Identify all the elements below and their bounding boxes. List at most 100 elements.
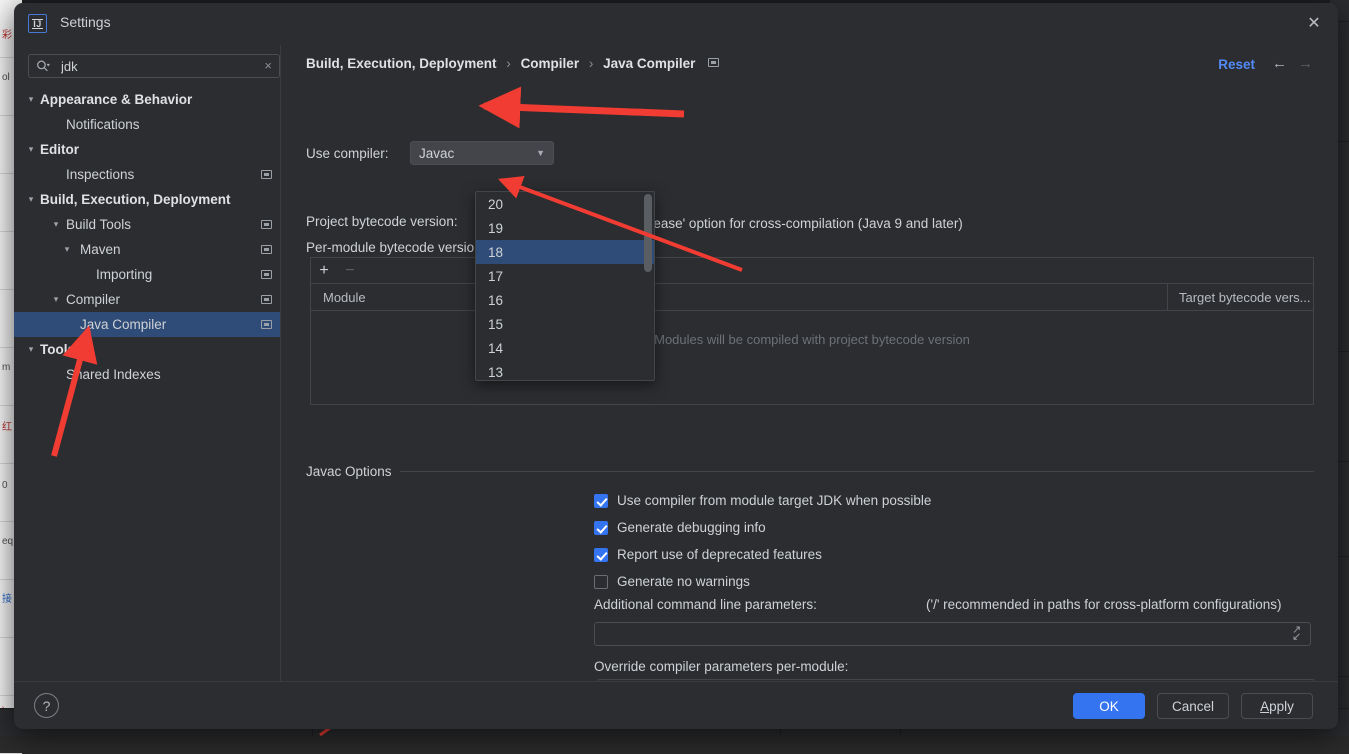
sidebar-item-compiler[interactable]: ▾Compiler — [14, 287, 280, 312]
use-compiler-label: Use compiler: — [306, 146, 389, 161]
dropdown-option[interactable]: 17 — [476, 264, 654, 288]
project-bytecode-version-label: Project bytecode version: — [306, 214, 458, 229]
sidebar-item-maven[interactable]: ▾ Maven — [14, 237, 280, 262]
checkbox-icon — [594, 494, 608, 508]
sidebar-item-label: Inspections — [66, 167, 134, 182]
settings-sync-icon[interactable] — [261, 295, 272, 304]
apply-button[interactable]: Apply — [1241, 693, 1313, 719]
per-module-table-header: Module Target bytecode vers... — [311, 284, 1313, 311]
breadcrumb-bar: Build, Execution, Deployment › Compiler … — [281, 45, 1338, 85]
sidebar-item-label: Notifications — [66, 117, 140, 132]
chevron-down-icon[interactable]: ▾ — [49, 295, 63, 304]
javac-option-label-0: Use compiler from module target JDK when… — [617, 493, 931, 508]
settings-sync-icon[interactable] — [261, 320, 272, 329]
checkbox-icon — [594, 575, 608, 589]
settings-sync-icon[interactable] — [261, 220, 272, 229]
chevron-down-icon[interactable]: ▾ — [60, 245, 74, 254]
add-row-button[interactable]: + — [311, 259, 337, 283]
search-icon — [36, 59, 50, 74]
settings-sync-icon[interactable] — [261, 245, 272, 254]
close-icon[interactable]: ✕ — [1300, 11, 1328, 37]
breadcrumb-item-2[interactable]: Java Compiler — [603, 56, 695, 71]
dialog-title-bar: IJ Settings ✕ — [14, 3, 1338, 45]
settings-sync-icon[interactable] — [261, 170, 272, 179]
sidebar-item-build-tools[interactable]: ▾Build Tools — [14, 212, 280, 237]
intellij-logo-icon: IJ — [28, 14, 47, 33]
sidebar-item-label: Build Tools — [66, 217, 131, 232]
use-compiler-dropdown[interactable]: Javac ▼ — [410, 141, 554, 165]
bytecode-version-dropdown-popup[interactable]: 2019181716151413 — [475, 191, 655, 381]
dropdown-option[interactable]: 18 — [476, 240, 654, 264]
javac-option-0[interactable]: Use compiler from module target JDK when… — [594, 493, 931, 508]
chevron-down-icon[interactable]: ▾ — [49, 220, 63, 229]
dropdown-option[interactable]: 14 — [476, 336, 654, 360]
sidebar-item-label: Maven — [80, 242, 121, 257]
javac-option-1[interactable]: Generate debugging info — [594, 520, 766, 535]
additional-params-input[interactable]: ↗↙ — [594, 622, 1311, 646]
expand-editor-icon[interactable]: ↗↙ — [1292, 627, 1305, 641]
column-header-module[interactable]: Module — [311, 290, 1167, 305]
search-box[interactable]: × — [28, 54, 280, 78]
reset-link[interactable]: Reset — [1218, 57, 1255, 72]
sidebar-item-label: Importing — [96, 267, 152, 282]
sidebar-item-label: Java Compiler — [80, 317, 166, 332]
javac-option-2[interactable]: Report use of deprecated features — [594, 547, 822, 562]
javac-option-3[interactable]: Generate no warnings — [594, 574, 750, 589]
sidebar-item-label: Shared Indexes — [66, 367, 161, 382]
chevron-down-icon: ▼ — [536, 149, 545, 158]
popup-scrollbar-thumb[interactable] — [644, 194, 652, 272]
ok-button[interactable]: OK — [1073, 693, 1145, 719]
settings-dialog: IJ Settings ✕ × ▾Appearance & BehaviorNo… — [14, 3, 1338, 729]
dropdown-option[interactable]: 19 — [476, 216, 654, 240]
sidebar-item-inspections[interactable]: Inspections — [14, 162, 280, 187]
sidebar-item-tools[interactable]: ▾Tools — [14, 337, 280, 362]
checkbox-icon — [594, 521, 608, 535]
breadcrumb-item-0[interactable]: Build, Execution, Deployment — [306, 56, 497, 71]
settings-sync-icon[interactable] — [261, 270, 272, 279]
sidebar-item-label: Tools — [40, 342, 75, 357]
sidebar-item-shared-indexes[interactable]: Shared Indexes — [14, 362, 280, 387]
chevron-down-icon[interactable]: ▾ — [24, 195, 38, 204]
search-input[interactable] — [59, 55, 254, 77]
dropdown-option[interactable]: 13 — [476, 360, 654, 381]
sidebar-item-editor[interactable]: ▾Editor — [14, 137, 280, 162]
javac-option-label-1: Generate debugging info — [617, 520, 766, 535]
additional-params-hint: ('/' recommended in paths for cross-plat… — [926, 597, 1282, 612]
help-button[interactable]: ? — [34, 693, 59, 718]
sidebar-item-notifications[interactable]: Notifications — [14, 112, 280, 137]
sidebar-item-label: Appearance & Behavior — [40, 92, 192, 107]
breadcrumb-separator: › — [506, 56, 511, 71]
column-header-target-bytecode[interactable]: Target bytecode vers... — [1167, 290, 1311, 305]
apply-rest: pply — [1269, 699, 1294, 714]
sidebar-item-label: Build, Execution, Deployment — [40, 192, 231, 207]
settings-sync-icon[interactable] — [708, 58, 719, 67]
javac-options-divider — [306, 471, 1314, 472]
javac-option-label-2: Report use of deprecated features — [617, 547, 822, 562]
sidebar-item-label: Compiler — [66, 292, 120, 307]
chevron-down-icon[interactable]: ▾ — [24, 345, 38, 354]
sidebar-item-label: Editor — [40, 142, 79, 157]
javac-options-group-title: Javac Options — [306, 464, 400, 479]
sidebar-item-importing[interactable]: Importing — [14, 262, 280, 287]
java-compiler-page: Use compiler: Javac ▼ Use '--release' op… — [281, 85, 1338, 681]
chevron-down-icon[interactable]: ▾ — [24, 95, 38, 104]
per-module-bytecode-label: Per-module bytecode version: — [306, 240, 485, 255]
breadcrumb-item-1[interactable]: Compiler — [521, 56, 580, 71]
apply-mnemonic: A — [1260, 699, 1269, 714]
dropdown-option[interactable]: 15 — [476, 312, 654, 336]
sidebar-item-appearance-behavior[interactable]: ▾Appearance & Behavior — [14, 87, 280, 112]
dropdown-option[interactable]: 16 — [476, 288, 654, 312]
per-module-bytecode-table: + − Module Target bytecode vers... Modul… — [310, 257, 1314, 405]
settings-sidebar: × ▾Appearance & BehaviorNotifications▾Ed… — [14, 45, 280, 681]
logo-text: IJ — [32, 19, 43, 29]
navigate-back-icon[interactable]: ← — [1272, 56, 1287, 71]
dropdown-option[interactable]: 20 — [476, 192, 654, 216]
sidebar-item-build-execution-deployment[interactable]: ▾Build, Execution, Deployment — [14, 187, 280, 212]
sidebar-item-java-compiler[interactable]: Java Compiler — [14, 312, 280, 337]
cancel-button[interactable]: Cancel — [1157, 693, 1229, 719]
javac-option-label-3: Generate no warnings — [617, 574, 750, 589]
clear-search-icon[interactable]: × — [264, 58, 272, 73]
per-module-table-toolbar: + − — [311, 258, 1313, 284]
chevron-down-icon[interactable]: ▾ — [24, 145, 38, 154]
dialog-title: Settings — [60, 14, 111, 30]
